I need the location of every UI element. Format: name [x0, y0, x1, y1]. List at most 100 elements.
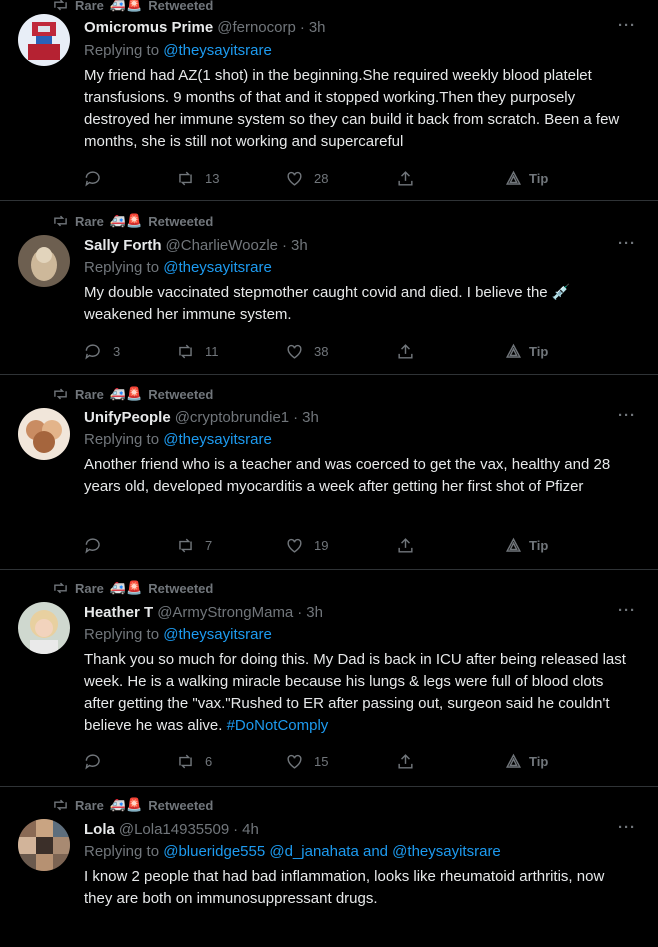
reply-count: 3	[113, 343, 121, 359]
retweet-context: Rare 🚑🚨 Retweeted	[52, 797, 213, 813]
avatar[interactable]	[18, 235, 70, 287]
reply-button[interactable]: 3	[84, 340, 120, 362]
reply-mention-link[interactable]: @theysayitsrare	[163, 431, 272, 448]
display-name[interactable]: Heather T	[84, 604, 153, 621]
retweeter-name[interactable]: Rare	[75, 0, 104, 13]
retweeter-name[interactable]: Rare	[75, 798, 104, 813]
timestamp[interactable]: 3h	[306, 604, 323, 621]
tip-button[interactable]: Tip	[504, 534, 548, 556]
replying-to: Replying to @theysayitsrare	[84, 626, 272, 646]
display-name[interactable]: Lola	[84, 821, 115, 838]
action-bar: 6 15 Tip	[84, 750, 584, 772]
replying-prefix: Replying to	[84, 42, 160, 59]
timestamp[interactable]: 3h	[291, 237, 308, 254]
share-button[interactable]	[396, 534, 415, 556]
display-name[interactable]: UnifyPeople	[84, 409, 171, 426]
user-handle[interactable]: @fernocorp	[217, 19, 296, 36]
retweet-count: 11	[205, 343, 219, 359]
like-button[interactable]: 19	[285, 534, 328, 556]
tip-label: Tip	[529, 343, 549, 359]
more-options-icon[interactable]: ···	[616, 18, 638, 39]
separator-dot: ·	[233, 820, 239, 838]
timestamp[interactable]: 3h	[309, 19, 326, 36]
tweet[interactable]: Rare 🚑🚨 Retweeted Omicromus Prime @ferno…	[0, 0, 658, 201]
retweeter-emoji: 🚑🚨	[109, 213, 143, 228]
woman-avatar-image	[18, 602, 70, 654]
display-name[interactable]: Omicromus Prime	[84, 19, 213, 36]
tip-button[interactable]: Tip	[504, 750, 548, 772]
action-bar: 13 28 Tip	[84, 167, 584, 189]
retweeter-name[interactable]: Rare	[75, 387, 104, 402]
display-name[interactable]: Sally Forth	[84, 237, 162, 254]
tip-button[interactable]: Tip	[504, 340, 548, 362]
tweet-header: Lola @Lola14935509 · 4h	[84, 819, 608, 839]
user-handle[interactable]: @CharlieWoozle	[166, 237, 279, 254]
tweet[interactable]: Rare 🚑🚨 Retweeted Sally Forth @CharlieWo…	[0, 201, 658, 375]
heart-icon	[287, 344, 302, 359]
avatar[interactable]	[18, 408, 70, 460]
replying-to: Replying to @theysayitsrare	[84, 42, 272, 62]
retweet-icon	[54, 388, 67, 400]
separator-dot: ·	[299, 18, 305, 36]
retweeter-emoji: 🚑🚨	[109, 797, 143, 812]
like-button[interactable]: 28	[285, 167, 328, 189]
reply-mention-link[interactable]: @blueridge555 @d_janahata and @theysayit…	[163, 843, 501, 860]
reply-mention-link[interactable]: @theysayitsrare	[163, 259, 272, 276]
retweet-icon	[179, 538, 192, 552]
reply-button[interactable]	[84, 534, 113, 556]
more-options-icon[interactable]: ···	[616, 603, 638, 624]
like-count: 15	[314, 753, 329, 769]
retweet-button[interactable]: 11	[176, 340, 219, 362]
timestamp[interactable]: 4h	[242, 821, 259, 838]
replying-to: Replying to @theysayitsrare	[84, 431, 272, 451]
user-handle[interactable]: @cryptobrundie1	[175, 409, 289, 426]
share-button[interactable]	[396, 750, 415, 772]
user-handle[interactable]: @ArmyStrongMama	[157, 604, 293, 621]
share-button[interactable]	[396, 167, 415, 189]
like-button[interactable]: 38	[285, 340, 328, 362]
reply-mention-link[interactable]: @theysayitsrare	[163, 42, 272, 59]
retweeter-name[interactable]: Rare	[75, 581, 104, 596]
tweet-text: Another friend who is a teacher and was …	[84, 456, 611, 495]
tweet[interactable]: Rare 🚑🚨 Retweeted Lola @Lola14935509 · 4…	[0, 787, 658, 947]
tweet[interactable]: Rare 🚑🚨 Retweeted UnifyPeople @cryptobru…	[0, 375, 658, 570]
retweeter-name[interactable]: Rare	[75, 214, 104, 229]
replying-prefix: Replying to	[84, 626, 160, 643]
reply-mention-link[interactable]: @theysayitsrare	[163, 626, 272, 643]
reply-icon	[85, 753, 100, 770]
tweet-header: Omicromus Prime @fernocorp · 3h	[84, 17, 608, 37]
like-button[interactable]: 15	[285, 750, 328, 772]
tip-label: Tip	[529, 537, 549, 553]
retweet-context: Rare 🚑🚨 Retweeted	[52, 0, 213, 13]
avatar[interactable]	[18, 602, 70, 654]
retweet-button[interactable]: 7	[176, 534, 212, 556]
retweet-button[interactable]: 13	[176, 167, 219, 189]
hashtag-link[interactable]: #DoNotComply	[227, 717, 329, 734]
replying-prefix: Replying to	[84, 843, 160, 860]
tip-label: Tip	[529, 170, 549, 186]
tip-button[interactable]: Tip	[504, 167, 548, 189]
more-options-icon[interactable]: ···	[616, 236, 638, 257]
tweet-header: Sally Forth @CharlieWoozle · 3h	[84, 235, 608, 255]
retweeted-label: Retweeted	[148, 0, 214, 13]
retweeted-label: Retweeted	[148, 580, 214, 596]
avatar[interactable]	[18, 14, 70, 66]
more-options-icon[interactable]: ···	[616, 408, 638, 429]
more-options-icon[interactable]: ···	[616, 820, 638, 841]
tweet[interactable]: Rare 🚑🚨 Retweeted Heather T @ArmyStrongM…	[0, 570, 658, 787]
retweet-icon	[179, 171, 192, 185]
retweet-button[interactable]: 6	[176, 750, 212, 772]
action-bar: 7 19 Tip	[84, 534, 584, 556]
timestamp[interactable]: 3h	[302, 409, 319, 426]
reply-button[interactable]	[84, 750, 113, 772]
separator-dot: ·	[282, 236, 288, 254]
user-handle[interactable]: @Lola14935509	[119, 821, 229, 838]
share-button[interactable]	[396, 340, 415, 362]
like-count: 19	[314, 537, 329, 553]
heart-icon	[287, 538, 302, 553]
retweet-count: 6	[205, 753, 213, 769]
replying-prefix: Replying to	[84, 259, 160, 276]
reply-button[interactable]	[84, 167, 113, 189]
avatar[interactable]	[18, 819, 70, 871]
replying-to: Replying to @blueridge555 @d_janahata an…	[84, 843, 501, 863]
